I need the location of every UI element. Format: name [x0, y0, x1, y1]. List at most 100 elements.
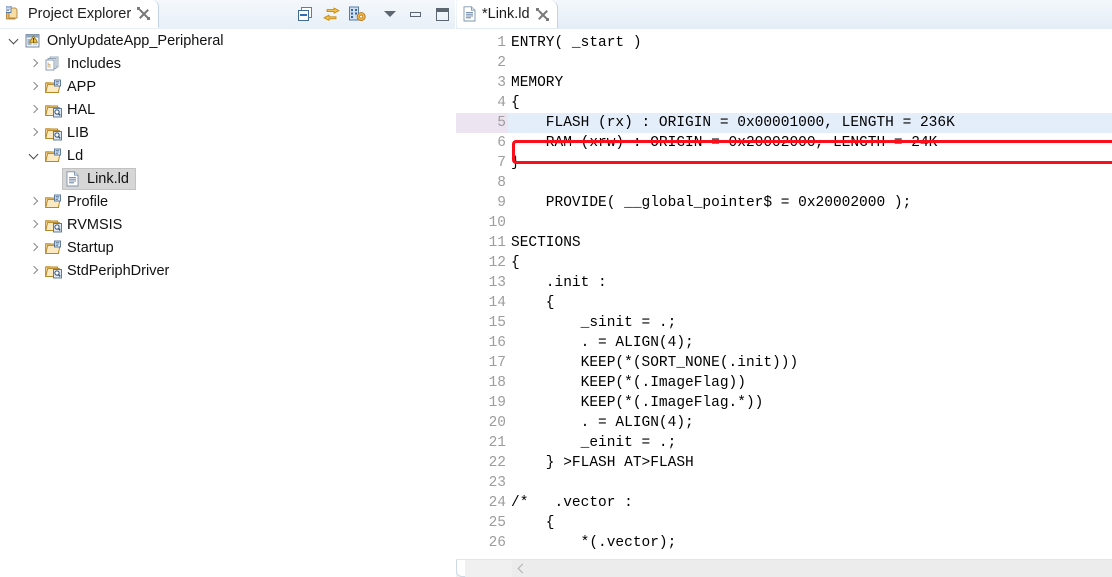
chevron-right-icon[interactable] [26, 98, 42, 121]
tree-item-lib[interactable]: LIB [0, 121, 455, 144]
line-number: 15 [488, 315, 506, 331]
line-number: 9 [497, 195, 506, 211]
line-number: 3 [497, 75, 506, 91]
close-icon[interactable] [535, 7, 549, 21]
chevron-right-icon[interactable] [26, 52, 42, 75]
code-text: _einit = .; [511, 435, 677, 451]
tree-item-content[interactable]: h Includes [42, 53, 128, 75]
line-number: 25 [488, 515, 506, 531]
code-line[interactable]: 6 RAM (xrw) : ORIGIN = 0x20002000, LENGT… [456, 133, 1112, 153]
chevron-left-icon[interactable] [516, 563, 526, 574]
code-line[interactable]: 11 SECTIONS [456, 233, 1112, 253]
horizontal-scrollbar[interactable] [456, 559, 1112, 577]
code-line[interactable]: 15 _sinit = .; [456, 313, 1112, 333]
tree-item-ld[interactable]: Ld [0, 144, 455, 167]
code-line[interactable]: 25 { [456, 513, 1112, 533]
code-line[interactable]: 13 .init : [456, 273, 1112, 293]
editor-area: *Link.ld 1 ENTRY( _start ) 2 3 MEMORY 4{5 FLA… [456, 0, 1112, 577]
tree-item-content[interactable]: Profile [42, 191, 115, 213]
code-editor[interactable]: 1 ENTRY( _start ) 2 3 MEMORY 4{5 FLASH (rx) :… [456, 29, 1112, 577]
line-number: 20 [488, 415, 506, 431]
code-line[interactable]: 12 { [456, 253, 1112, 273]
code-line[interactable]: 22 } >FLASH AT>FLASH [456, 453, 1112, 473]
collapse-all-button[interactable] [297, 5, 315, 23]
code-line[interactable]: 18 KEEP(*(.ImageFlag)) [456, 373, 1112, 393]
code-line[interactable]: 10 [456, 213, 1112, 233]
code-line[interactable]: 3 MEMORY [456, 73, 1112, 93]
tree-item-profile[interactable]: Profile [0, 190, 455, 213]
line-number: 13 [488, 275, 506, 291]
project-tree[interactable]: OnlyUpdateApp_Peripheral h Includes APP HAL L… [0, 29, 455, 577]
tab-project-explorer[interactable]: Project Explorer [0, 0, 160, 28]
code-line[interactable]: 20 . = ALIGN(4); [456, 413, 1112, 433]
tab-link-ld[interactable]: *Link.ld [457, 0, 558, 28]
chevron-down-icon[interactable] [6, 29, 22, 52]
link-with-editor-button[interactable] [323, 5, 341, 23]
minimize-button[interactable] [407, 5, 425, 23]
chevron-right-icon[interactable] [26, 190, 42, 213]
maximize-icon [436, 8, 449, 21]
tree-item-content[interactable]: RVMSIS [42, 214, 129, 236]
tree-item-rvmsis[interactable]: RVMSIS [0, 213, 455, 236]
tree-item-label: Startup [67, 239, 114, 256]
code-line[interactable]: 7} [456, 153, 1112, 173]
code-text: *(.vector); [511, 535, 677, 551]
tree-item-stdperiphdriver[interactable]: StdPeriphDriver [0, 259, 455, 282]
code-line[interactable]: 4{ [456, 93, 1112, 113]
line-number: 14 [488, 295, 506, 311]
code-line[interactable]: 23 [456, 473, 1112, 493]
line-number: 24 [488, 495, 506, 511]
tree-item-content[interactable]: StdPeriphDriver [42, 260, 176, 282]
project-explorer-tabbar: Project Explorer [0, 0, 455, 30]
view-dropdown-button[interactable] [381, 5, 399, 23]
code-line[interactable]: 19 KEEP(*(.ImageFlag.*)) [456, 393, 1112, 413]
tree-item-startup[interactable]: Startup [0, 236, 455, 259]
tree-item-includes[interactable]: h Includes [0, 52, 455, 75]
chevron-right-icon[interactable] [26, 75, 42, 98]
chevron-right-icon[interactable] [26, 121, 42, 144]
code-line[interactable]: 9 PROVIDE( __global_pointer$ = 0x2000200… [456, 193, 1112, 213]
code-line[interactable]: 5 FLASH (rx) : ORIGIN = 0x00001000, LENG… [456, 113, 1112, 133]
tree-item-content[interactable]: Link.ld [62, 167, 136, 190]
chevron-right-icon[interactable] [26, 259, 42, 282]
chevron-right-icon[interactable] [26, 236, 42, 259]
source-folder-icon [45, 240, 63, 256]
code-line[interactable]: 21 _einit = .; [456, 433, 1112, 453]
chevron-down-icon[interactable] [26, 144, 42, 167]
view-menu-button[interactable] [349, 5, 367, 23]
code-line[interactable]: 1 ENTRY( _start ) [456, 33, 1112, 53]
tree-item-content[interactable]: LIB [42, 122, 96, 144]
project-explorer-icon [5, 5, 23, 22]
chevron-right-icon[interactable] [26, 213, 42, 236]
code-text: .init : [511, 275, 607, 291]
tree-item-content[interactable]: OnlyUpdateApp_Peripheral [22, 30, 231, 52]
tree-item-hal[interactable]: HAL [0, 98, 455, 121]
code-line[interactable]: 8 [456, 173, 1112, 193]
maximize-button[interactable] [433, 5, 451, 23]
view-menu-icon [349, 6, 366, 22]
code-text: . = ALIGN(4); [511, 335, 694, 351]
tree-item-label: Ld [67, 147, 84, 164]
code-line[interactable]: 2 [456, 53, 1112, 73]
code-line[interactable]: 17 KEEP(*(SORT_NONE(.init))) [456, 353, 1112, 373]
code-line[interactable]: 24 /* .vector : [456, 493, 1112, 513]
tree-item-content[interactable]: APP [42, 76, 103, 98]
tree-item-content[interactable]: Startup [42, 237, 121, 259]
close-icon[interactable] [137, 7, 151, 20]
tree-item-link-ld[interactable]: Link.ld [0, 167, 455, 190]
code-text: PROVIDE( __global_pointer$ = 0x20002000 … [511, 195, 912, 211]
tree-item-content[interactable]: HAL [42, 99, 102, 121]
code-line[interactable]: 14 { [456, 293, 1112, 313]
code-text: KEEP(*(SORT_NONE(.init))) [511, 355, 799, 371]
tree-item-content[interactable]: Ld [42, 145, 90, 167]
code-line[interactable]: 16 . = ALIGN(4); [456, 333, 1112, 353]
folder-search-icon [45, 102, 63, 118]
tree-item-label: APP [67, 78, 97, 95]
file-icon [65, 170, 83, 187]
code-line[interactable]: 26 *(.vector); [456, 533, 1112, 553]
tree-item-app[interactable]: APP [0, 75, 455, 98]
scrollbar-track[interactable] [512, 560, 1112, 577]
folder-search-icon [45, 217, 63, 233]
tree-item-onlyupdateapp-peripheral[interactable]: OnlyUpdateApp_Peripheral [0, 29, 455, 52]
